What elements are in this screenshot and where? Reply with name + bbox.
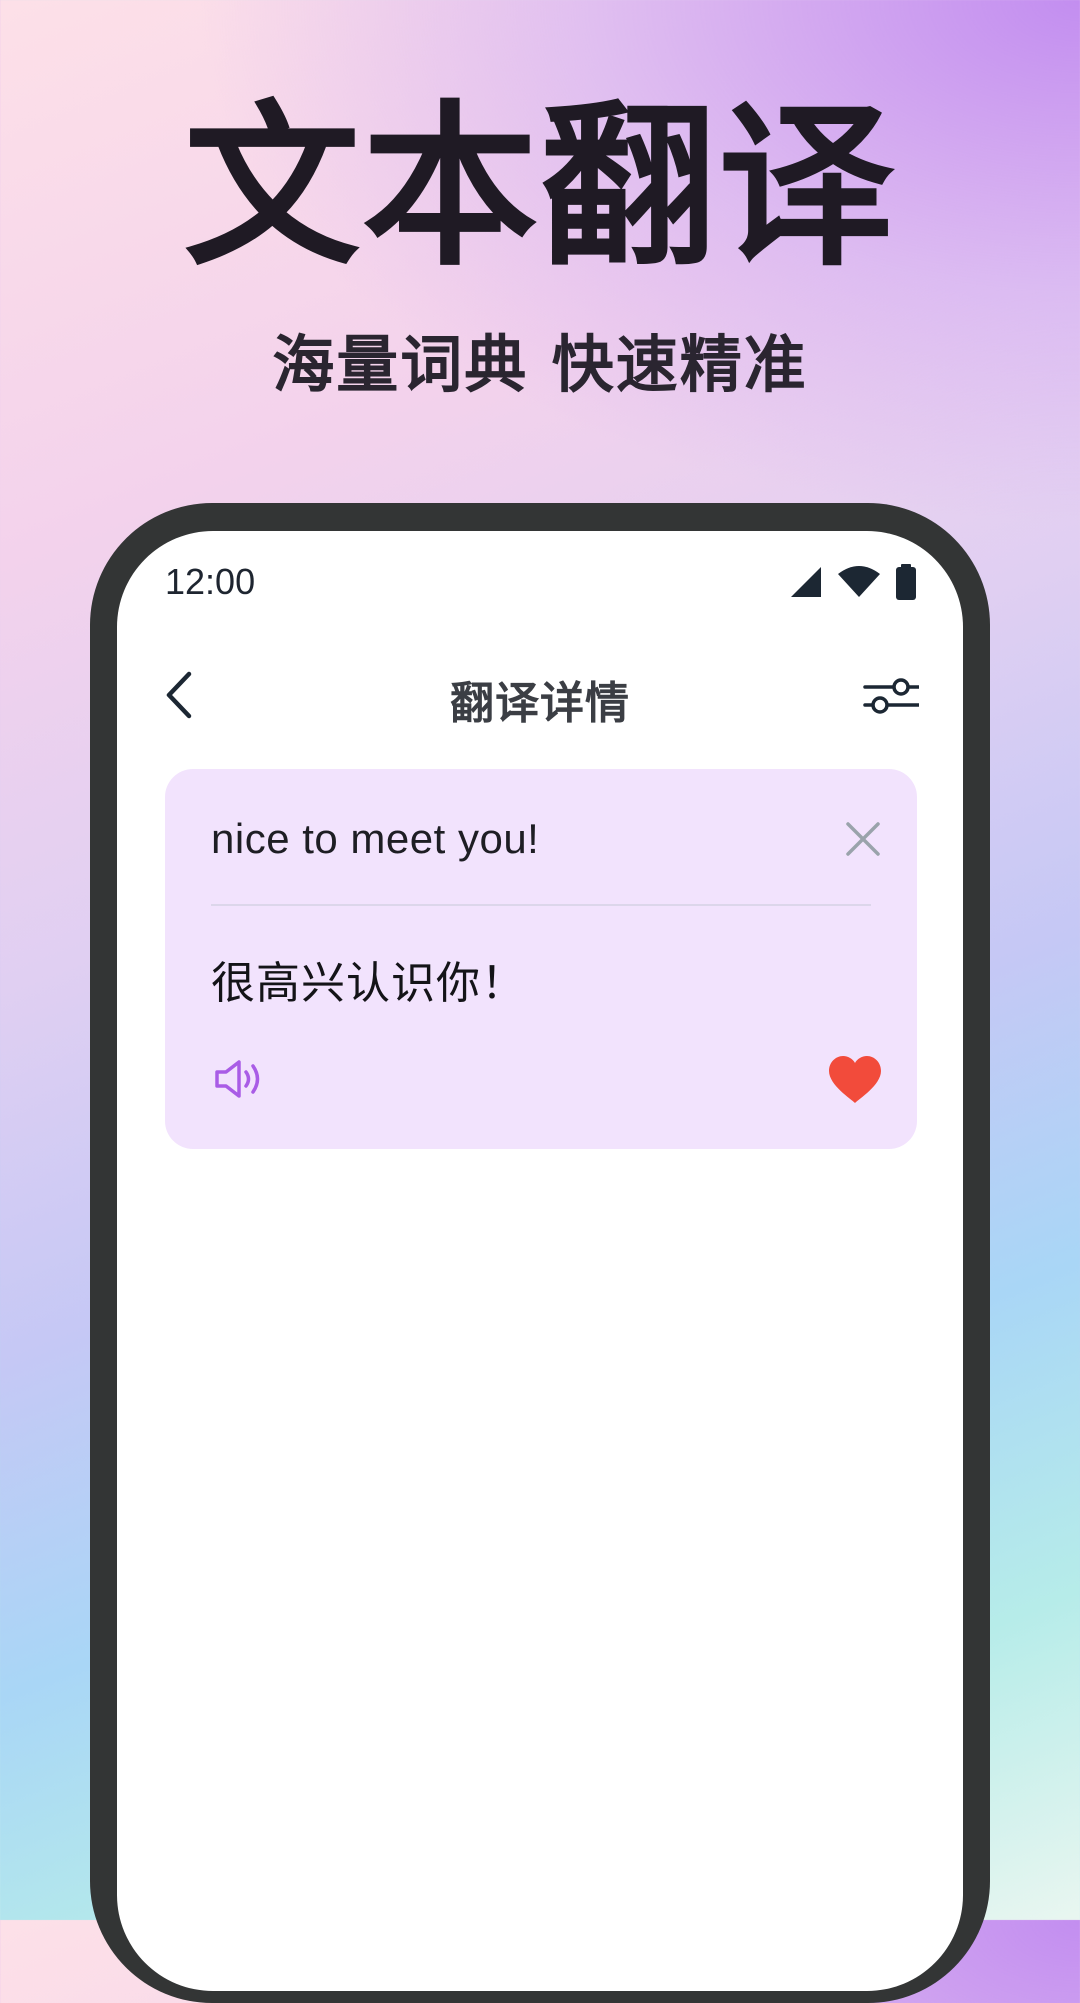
- sliders-icon: [863, 678, 921, 714]
- promo-subline: 海量词典 快速精准: [272, 328, 808, 401]
- clear-button[interactable]: [843, 819, 883, 859]
- close-icon: [846, 822, 880, 856]
- settings-button[interactable]: [863, 675, 921, 717]
- translation-card: nice to meet you! 很高兴认识你！: [165, 769, 917, 1149]
- wifi-icon: [837, 565, 881, 599]
- cellular-signal-icon: [789, 565, 823, 599]
- translated-text: 很高兴认识你！: [211, 958, 526, 1009]
- page-title: 翻译详情: [450, 678, 630, 729]
- divider: [211, 904, 871, 906]
- battery-icon: [895, 564, 917, 600]
- status-icons: [789, 564, 917, 600]
- phone-screen: 12:00 翻译详情 nice to meet you! 很高兴认识你！: [117, 531, 963, 1991]
- promo-headline: 文本翻译: [183, 85, 896, 290]
- status-time: 12:00: [165, 561, 256, 602]
- speaker-icon: [215, 1060, 260, 1098]
- speak-button[interactable]: [213, 1057, 265, 1101]
- heart-icon: [829, 1056, 881, 1103]
- favorite-button[interactable]: [827, 1055, 883, 1105]
- source-text[interactable]: nice to meet you!: [211, 815, 539, 863]
